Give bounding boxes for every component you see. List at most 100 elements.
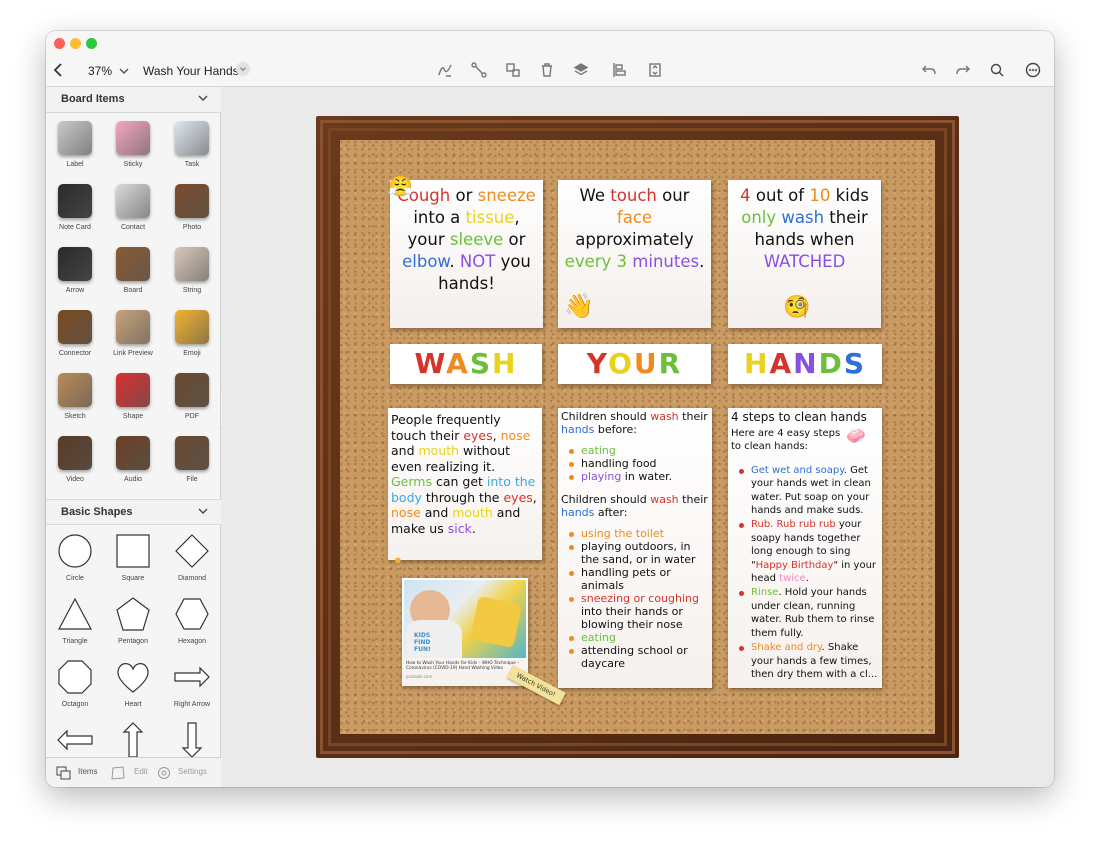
cork-board[interactable]: Cough or sneeze into a tissue, your slee… — [340, 140, 935, 734]
search-icon[interactable] — [988, 61, 1006, 79]
note-text-run: can get — [432, 474, 487, 489]
basic-shapes-header[interactable]: Basic Shapes — [46, 499, 221, 525]
board-item-shape[interactable]: Shape — [104, 369, 162, 432]
word-your[interactable]: YOUR — [558, 344, 711, 384]
back-icon[interactable] — [50, 61, 68, 79]
after-list-item: playing outdoors, in the sand, or in wat… — [561, 540, 709, 566]
shape-heart[interactable]: Heart — [104, 657, 162, 720]
close-window-button[interactable] — [54, 38, 65, 49]
note-text-run: Germs — [391, 474, 432, 489]
note-when-to-wash[interactable]: Children should wash their hands before:… — [558, 408, 712, 688]
settings-tab[interactable]: Settings — [178, 767, 207, 776]
board-item-label[interactable]: Label — [46, 117, 104, 180]
board-item-sticky[interactable]: Sticky — [104, 117, 162, 180]
edit-icon[interactable] — [110, 765, 126, 781]
board-item-label: Arrow — [65, 287, 85, 294]
board-item-sketch[interactable]: Sketch — [46, 369, 104, 432]
before-list-item: handling food — [561, 457, 709, 470]
list-text-run: Rub. Rub rub rub — [751, 519, 836, 531]
shape-label: Right Arrow — [173, 701, 211, 708]
board-item-file[interactable]: File — [163, 432, 221, 495]
board-item-board[interactable]: Board — [104, 243, 162, 306]
word-wash[interactable]: WASH — [390, 344, 542, 384]
basic-shapes-title: Basic Shapes — [61, 506, 133, 518]
items-icon[interactable] — [56, 766, 72, 780]
board-item-string[interactable]: String — [163, 243, 221, 306]
note-text-run: wash — [781, 208, 825, 227]
settings-gear-icon[interactable] — [156, 765, 172, 781]
document-title[interactable]: Wash Your Hands — [143, 64, 239, 78]
thumb-text: KIDS FIND FUN! — [414, 632, 431, 653]
board-item-photo[interactable]: Photo — [163, 180, 221, 243]
zoom-level[interactable]: 37% — [88, 64, 112, 78]
note-cough[interactable]: Cough or sneeze into a tissue, your slee… — [388, 176, 543, 328]
word-hands[interactable]: HANDS — [728, 344, 882, 384]
connector-icon — [58, 310, 92, 344]
sketch-icon — [58, 373, 92, 407]
pentagon-icon — [116, 597, 150, 631]
file-icon — [175, 436, 209, 470]
title-chevron-down-icon[interactable] — [236, 62, 250, 76]
list-text-run: playing outdoors, in the sand, or in wat… — [581, 540, 696, 566]
shape-square[interactable]: Square — [104, 531, 162, 594]
board-item-task[interactable]: Task — [163, 117, 221, 180]
layers-icon[interactable] — [572, 61, 590, 79]
waving-hand-emoji-icon: 👋 — [564, 292, 594, 320]
board-item-pdf[interactable]: PDF — [163, 369, 221, 432]
thinking-face-emoji-icon: 🧐 — [783, 295, 811, 320]
word-letter: H — [492, 347, 518, 380]
shape-triangle[interactable]: Triangle — [46, 594, 104, 657]
redo-icon[interactable] — [954, 61, 972, 79]
word-letter: H — [744, 347, 770, 380]
shape-pentagon[interactable]: Pentagon — [104, 594, 162, 657]
video-thumbnail[interactable]: KIDS FIND FUN! — [404, 580, 526, 658]
note-touch-face[interactable]: We touch our face approximately every 3 … — [558, 180, 711, 328]
video-source: youtube.com — [406, 674, 433, 679]
board-item-video[interactable]: Video — [46, 432, 104, 495]
minimize-window-button[interactable] — [70, 38, 81, 49]
shape-right-arrow[interactable]: Right Arrow — [163, 657, 221, 720]
word-letter: A — [769, 347, 794, 380]
zoom-window-button[interactable] — [86, 38, 97, 49]
note-text-run: . — [471, 520, 476, 536]
note-text-run: into a — [413, 208, 466, 227]
board-item-audio[interactable]: Audio — [104, 432, 162, 495]
board-items-header[interactable]: Board Items — [46, 87, 221, 113]
after-list-item: sneezing or coughing into their hands or… — [561, 592, 709, 631]
board-item-note-card[interactable]: Note Card — [46, 180, 104, 243]
board-item-contact[interactable]: Contact — [104, 180, 162, 243]
zoom-chevron-down-icon[interactable] — [115, 62, 133, 80]
note-four-steps[interactable]: 4 steps to clean hands Here are 4 easy s… — [728, 408, 882, 688]
trash-icon[interactable] — [538, 61, 556, 79]
list-text-run: into their hands or blowing their nose — [581, 605, 683, 631]
board-item-link-preview[interactable]: Link Preview — [104, 306, 162, 369]
list-text-run: eating — [581, 444, 616, 457]
group-tool-icon[interactable] — [504, 61, 522, 79]
list-text-run: in water. — [621, 470, 673, 483]
board-item-label: Emoji — [183, 350, 201, 357]
word-letter: N — [793, 347, 819, 380]
resize-icon[interactable] — [646, 61, 664, 79]
connector-tool-icon[interactable] — [470, 61, 488, 79]
align-icon[interactable] — [610, 61, 628, 79]
edit-tab[interactable]: Edit — [134, 767, 148, 776]
heading-run: Children should — [561, 493, 651, 506]
board-canvas[interactable]: Cough or sneeze into a tissue, your slee… — [222, 87, 1054, 787]
square-icon — [116, 534, 150, 568]
note-germs[interactable]: People frequently touch their eyes, nose… — [388, 408, 542, 560]
shape-hexagon[interactable]: Hexagon — [163, 594, 221, 657]
chevron-down-icon[interactable] — [197, 505, 209, 517]
board-item-connector[interactable]: Connector — [46, 306, 104, 369]
more-icon[interactable] — [1024, 61, 1042, 79]
step-item: Shake and dry. Shake your hands a few ti… — [731, 641, 879, 681]
chevron-down-icon[interactable] — [197, 92, 209, 104]
note-watched[interactable]: 4 out of 10 kids only wash their hands w… — [728, 180, 881, 328]
board-item-arrow[interactable]: Arrow — [46, 243, 104, 306]
items-tab[interactable]: Items — [78, 767, 98, 776]
board-item-emoji[interactable]: Emoji — [163, 306, 221, 369]
shape-circle[interactable]: Circle — [46, 531, 104, 594]
sketch-tool-icon[interactable] — [436, 61, 454, 79]
shape-octagon[interactable]: Octagon — [46, 657, 104, 720]
shape-diamond[interactable]: Diamond — [163, 531, 221, 594]
undo-icon[interactable] — [920, 61, 938, 79]
